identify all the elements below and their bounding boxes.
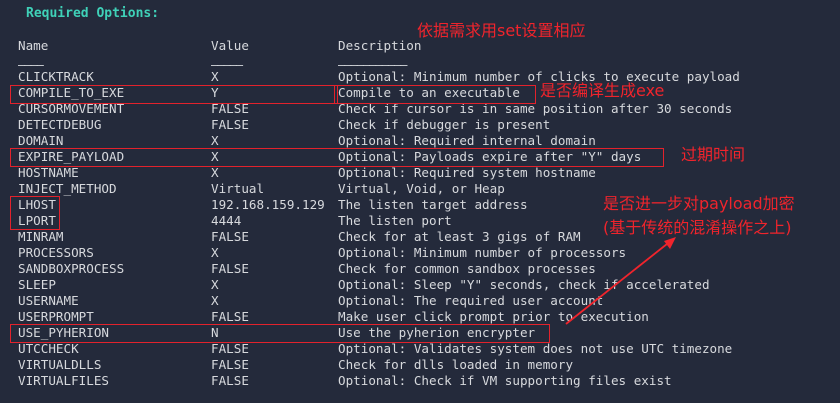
annotation-arrow (565, 237, 676, 325)
terminal-window: Required Options: Name Value Description… (0, 0, 840, 403)
